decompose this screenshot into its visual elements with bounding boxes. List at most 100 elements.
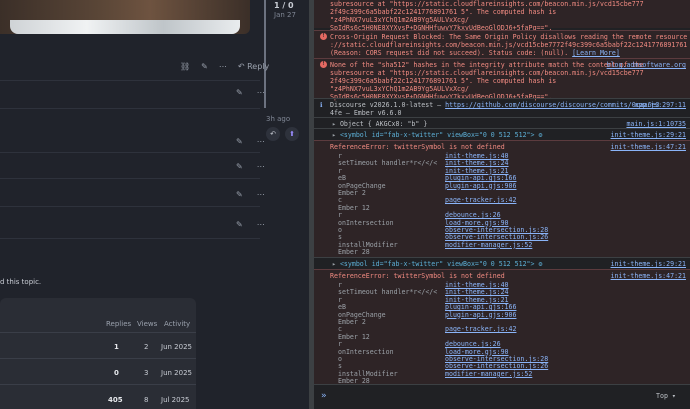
stack-frame-source-link[interactable]: plugin-api.gjs:906 [445, 311, 516, 319]
row-activity[interactable]: Jun 2025 [161, 369, 192, 377]
divider [0, 206, 260, 207]
log-source-link[interactable]: init-theme.js:29:21 [611, 131, 686, 139]
link-icon[interactable]: ⛓ [180, 62, 190, 71]
info-icon: ℹ [320, 101, 323, 109]
col-activity[interactable]: Activity [164, 320, 190, 328]
symbol-line: ▸ <symbol id="fab-x-twitter" viewBox="0 … [332, 260, 543, 268]
edit-icon[interactable]: ✎ [236, 137, 243, 146]
row-actions: ✎ ⋯ [236, 162, 309, 171]
stack-frame-fn: Ember 2 [338, 189, 366, 197]
suggested-text: d this topic. [0, 278, 42, 286]
row-actions: ✎ ⋯ [236, 190, 309, 199]
row-views: 3 [144, 369, 149, 377]
divider [0, 152, 260, 153]
info-line: Discourse v2026.1.0-latest — https://git… [330, 101, 660, 109]
col-views[interactable]: Views [137, 320, 157, 328]
error-line: ://static.cloudflareinsights.com/beacon.… [330, 41, 690, 49]
stack-frame-fn: onIntersection [338, 218, 394, 227]
row-activity[interactable]: Jun 2025 [161, 343, 192, 351]
col-replies[interactable]: Replies [106, 320, 131, 328]
error-source-link[interactable]: init-theme.js:47:21 [611, 143, 686, 151]
chevron-down-icon: ▾ [671, 392, 676, 400]
timeline-date: Jan 27 [274, 11, 296, 19]
console-log[interactable]: ▸ Object { AKGCx8: "b" } main.js:1:10735 [314, 117, 690, 128]
more-icon[interactable]: ⋯ [257, 137, 265, 146]
error-line: 2f49c399c6a5babf22c1241776891761 5". The… [330, 77, 557, 85]
edit-icon[interactable]: ✎ [236, 162, 243, 171]
row-replies: 0 [114, 369, 119, 377]
row-replies: 405 [108, 396, 123, 404]
error-line: subresource at "https://static.cloudflar… [330, 0, 644, 8]
more-icon[interactable]: ⋯ [257, 190, 265, 199]
log-source-link[interactable]: main.js:1:10735 [626, 120, 686, 128]
stack-frame-fn: Ember 28 [338, 248, 370, 257]
row-views: 2 [144, 343, 149, 351]
error-message: ReferenceError: twitterSymbol is not def… [330, 272, 505, 280]
row-actions: ✎ ⋯ [236, 88, 309, 97]
more-icon[interactable]: ⋯ [257, 88, 265, 97]
error-line: subresource at "https://static.cloudflar… [330, 69, 644, 77]
row-actions: ✎ ⋯ [236, 137, 309, 146]
row-activity[interactable]: Jul 2025 [161, 396, 190, 404]
error-message: ReferenceError: twitterSymbol is not def… [330, 143, 505, 151]
stack-frame-source-link[interactable]: page-tracker.js:42 [445, 196, 516, 204]
learn-more-link[interactable]: [Learn More] [572, 49, 620, 57]
more-icon[interactable]: ⋯ [257, 162, 265, 171]
divider [0, 332, 196, 333]
error-line: 2f49c399c6a5babf22c1241776891761 5". The… [330, 8, 557, 16]
reply-button[interactable]: ↶ Reply [238, 62, 269, 71]
edit-icon[interactable]: ✎ [201, 62, 208, 71]
console-input[interactable]: » Top ▾ [314, 384, 690, 409]
more-icon[interactable]: ⋯ [219, 62, 227, 71]
console-log[interactable]: ▸ <symbol id="fab-x-twitter" viewBox="0 … [314, 257, 690, 269]
context-selector[interactable]: Top ▾ [656, 392, 676, 400]
divider [0, 178, 260, 179]
console-error: subresource at "https://static.cloudflar… [314, 0, 690, 32]
edit-icon[interactable]: ✎ [236, 190, 243, 199]
timeline-ago: 3h ago [266, 115, 291, 123]
stack-frame-fn: Ember 2 [338, 318, 366, 326]
inspect-icon: ⚙ [538, 131, 543, 139]
console-info: ℹ Discourse v2026.1.0-latest — https://g… [314, 98, 690, 117]
error-line: (Reason: CORS request did not succeed). … [330, 49, 620, 57]
object-line: ▸ Object { AKGCx8: "b" } [332, 120, 428, 128]
suggested-topics-table: Replies Views Activity 1 2 Jun 2025 0 3 … [0, 298, 196, 409]
post-image-snow [10, 20, 240, 34]
error-source-link[interactable]: init-theme.js:47:21 [611, 272, 686, 280]
error-icon: ! [320, 61, 327, 68]
stack-frame-source-link[interactable]: modifier-manager.js:52 [445, 241, 532, 249]
row-actions: ✎ ⋯ [236, 220, 309, 229]
stack-frame-fn: setTimeout handler*r</</< [338, 159, 438, 168]
row-views: 8 [144, 396, 149, 404]
inspect-icon: ⚙ [538, 260, 543, 268]
log-source-link[interactable]: init-theme.js:29:21 [611, 260, 686, 268]
stack-frame-fn: setTimeout handler*r</</< [338, 288, 438, 297]
error-line: None of the "sha512" hashes in the integ… [330, 61, 644, 69]
error-source-link[interactable]: blog.admsoftware.org [607, 61, 686, 69]
timeline-position: 1 / 0 [274, 1, 294, 10]
devtools-console: subresource at "https://static.cloudflar… [314, 0, 690, 409]
stack-frame-source-link[interactable]: page-tracker.js:42 [445, 325, 516, 333]
post-actions: ⛓ ✎ ⋯ ↶ Reply [180, 62, 269, 71]
error-icon: ! [320, 33, 327, 40]
console-log[interactable]: ▸ <symbol id="fab-x-twitter" viewBox="0 … [314, 128, 690, 140]
edit-icon[interactable]: ✎ [236, 220, 243, 229]
info-source-link[interactable]: app.js:297:11 [634, 101, 686, 109]
reply-label: Reply [247, 62, 270, 71]
divider [0, 80, 260, 81]
error-line: "z4PhNX7vuL3xYChQ1m2AB9Yg5AULVxXcg/ [330, 85, 469, 93]
divider [0, 384, 196, 385]
console-error: ReferenceError: twitterSymbol is not def… [314, 140, 690, 257]
edit-icon[interactable]: ✎ [236, 88, 243, 97]
info-line: 4fe — Ember v6.6.0 [330, 109, 402, 117]
stack-frame-fn: onIntersection [338, 347, 394, 356]
discourse-commit-link[interactable]: https://github.com/discourse/discourse/c… [445, 101, 659, 109]
error-line: Cross-Origin Request Blocked: The Same O… [330, 33, 690, 41]
forum-panel: 1 / 0 Jan 27 3h ago ⛓ ✎ ⋯ ↶ Reply ↶ ⬆ ✎ … [0, 0, 309, 409]
console-error: ReferenceError: twitterSymbol is not def… [314, 269, 690, 386]
prompt-icon: » [321, 391, 327, 401]
stack-frame-source-link[interactable]: plugin-api.gjs:906 [445, 182, 516, 190]
stack-frame-source-link[interactable]: modifier-manager.js:52 [445, 370, 532, 378]
more-icon[interactable]: ⋯ [257, 220, 265, 229]
error-line: "z4PhNX7vuL3xYChQ1m2AB9Yg5AULVxXcg/ [330, 16, 469, 24]
